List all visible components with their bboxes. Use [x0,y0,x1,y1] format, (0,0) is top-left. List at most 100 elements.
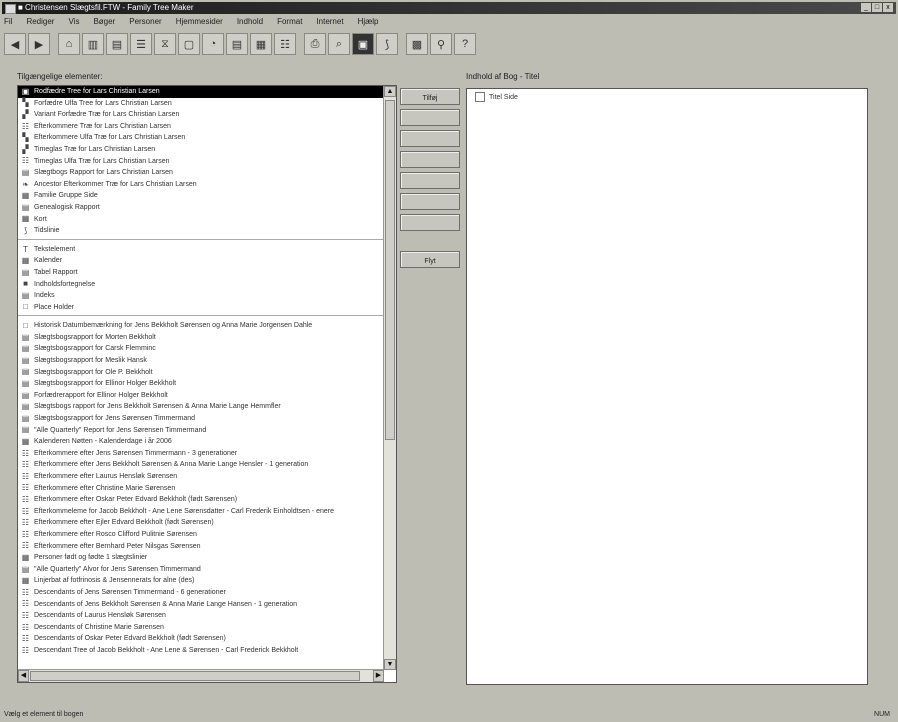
list-item[interactable]: ▤ Slægtsbogsrapport for Jens Sørensen Tim… [18,413,384,425]
map-icon[interactable]: ▩ [406,33,428,55]
list-item[interactable]: ☷ Efterkommere efter Bernhard Peter Nilsg… [18,541,384,553]
zoom-icon[interactable]: ⌕ [328,33,350,55]
move-button[interactable]: Flyt [400,251,460,268]
list-item[interactable]: ☷ Efterkommeleme for Jacob Bekkholt - Ane… [18,506,384,518]
print-icon[interactable]: ⎙ [304,33,326,55]
close-button[interactable]: x [883,3,893,12]
book-item[interactable]: Titel Side [475,92,518,102]
list-item[interactable]: ▦ Kalenderen Nøtten - Kalenderdage i år 2… [18,436,384,448]
list-item[interactable]: ▤ Genealogisk Rapport [18,202,384,214]
genealogy-icon[interactable]: ☷ [274,33,296,55]
list-item[interactable]: ▚ Efterkommere Ulfa Træ for Lars Christia… [18,132,384,144]
menu-item[interactable]: Personer [129,16,161,28]
list-item[interactable]: ☷ Descendants of Jens Sørensen Timmermand… [18,587,384,599]
action-button[interactable] [400,130,460,147]
list-item[interactable]: ☷ Efterkommere efter Ejler Edvard Bekkhol… [18,517,384,529]
list-item[interactable]: ▤ Forfædrerapport for Ellinor Holger Bekk… [18,390,384,402]
scroll-down-icon[interactable]: ▼ [384,659,396,670]
list-item[interactable]: ☷ Descendants of Jens Bekkholt Sørensen &… [18,599,384,611]
action-button[interactable] [400,109,460,126]
hourglass-icon[interactable]: ⧖ [154,33,176,55]
menu-item[interactable]: Indhold [237,16,263,28]
menu-item[interactable]: Format [277,16,302,28]
list-item[interactable]: ▦ Kort [18,214,384,226]
book-contents-list[interactable]: Titel Side [466,88,868,685]
list-item[interactable]: ■ Indholdsfortegnelse [18,279,384,291]
scroll-right-icon[interactable]: ▶ [373,670,384,682]
list-item[interactable]: ▞ Variant Forfædre Træ for Lars Christian… [18,109,384,121]
list-item[interactable]: ▤ Slægtsbogsrapport for Morten Bekkholt [18,332,384,344]
list-item[interactable]: ☷ Efterkommere efter Rosco Clifford Pulit… [18,529,384,541]
report-icon[interactable]: ▤ [226,33,248,55]
action-button[interactable] [400,214,460,231]
list-item[interactable]: ❧ Ancestor Efterkommer Træ for Lars Chris… [18,179,384,191]
outline-icon[interactable]: ☰ [130,33,152,55]
menu-item[interactable]: Bøger [93,16,115,28]
list-item[interactable]: ☷ Descendants of Christine Marie Sørensen [18,622,384,634]
vertical-scrollbar[interactable]: ▲ ▼ [383,86,396,670]
action-button[interactable] [400,172,460,189]
list-item[interactable]: ☷ Efterkommere efter Laurus Hensløk Søren… [18,471,384,483]
list-item[interactable]: ☷ Efterkommere efter Christine Marie Søre… [18,483,384,495]
list-item[interactable]: ☷ Efterkommere efter Jens Sørensen Timmer… [18,448,384,460]
left-arrow-icon[interactable]: ◀ [4,33,26,55]
list-item[interactable]: ▤ Slægtbogs Rapport for Lars Christian La… [18,167,384,179]
family-icon[interactable]: ⌂ [58,33,80,55]
list-item[interactable]: ▤ Tabel Rapport [18,267,384,279]
list-item[interactable]: ☷ Descendants of Oskar Peter Edvard Bekkh… [18,633,384,645]
list-item[interactable]: ☷ Timeglas Ulfa Træ for Lars Christian La… [18,156,384,168]
list-item[interactable]: ▤ Slægtsbogsrapport for Ole P. Bekkholt [18,367,384,379]
action-button[interactable] [400,151,460,168]
available-items-list[interactable]: ▣ Rodfædre Tree for Lars Christian Larsen… [17,85,397,683]
menu-item[interactable]: Hjemmesider [176,16,223,28]
list-item[interactable]: ☷ Efterkommere efter Jens Bekkholt Sørens… [18,459,384,471]
add-button[interactable]: Tilføj [400,88,460,105]
scroll-up-icon[interactable]: ▲ [384,86,396,97]
list-item[interactable]: ▦ Linjerbat af fotfrinosis & Jensennerats… [18,575,384,587]
list-item[interactable]: ☷ Descendant Tree of Jacob Bekkholt - Ane… [18,645,384,657]
menu-item[interactable]: Internet [316,16,343,28]
box-icon[interactable]: ▢ [178,33,200,55]
list-item[interactable]: ▞ Timeglas Træ for Lars Christian Larsen [18,144,384,156]
menu-item[interactable]: Vis [68,16,79,28]
list-item[interactable]: ▚ Forfædre Ulfa Tree for Lars Christian L… [18,98,384,110]
list-item[interactable]: ▤ "Alle Quarterly" Alvor for Jens Sørense… [18,564,384,576]
horizontal-scrollbar[interactable]: ◀ ▶ [18,669,384,682]
book-icon[interactable]: ▣ [352,33,374,55]
scroll-left-icon[interactable]: ◀ [18,670,29,682]
maximize-button[interactable]: □ [872,3,882,12]
list-item[interactable]: ▤ Indeks [18,290,384,302]
scrapbook-icon[interactable]: ▦ [250,33,272,55]
menu-item[interactable]: Hjælp [358,16,379,28]
menu-item[interactable]: Fil [4,16,12,28]
fan-icon[interactable]: ◔ [202,33,224,55]
list-item[interactable]: ☷ Descendants of Laurus Hensløk Sørensen [18,610,384,622]
pedigree-icon[interactable]: ▥ [82,33,104,55]
report-type-icon: T [23,244,28,254]
list-item[interactable]: □ Historisk Datumbemærkning for Jens Bekk… [18,320,384,332]
list-item[interactable]: ▦ Familie Gruppe Side [18,190,384,202]
search-icon[interactable]: ⚲ [430,33,452,55]
list-item[interactable]: ▤ Slægtsbogsrapport for Ellinor Holger Be… [18,378,384,390]
list-item[interactable]: ▦ Kalender [18,255,384,267]
list-item[interactable]: ▤ Slægtsbogsrapport for Meslik Hansk [18,355,384,367]
help-icon[interactable]: ? [454,33,476,55]
timeline-icon[interactable]: ⟆ [376,33,398,55]
list-item[interactable]: ▣ Rodfædre Tree for Lars Christian Larsen [18,86,384,98]
list-item[interactable]: □ Place Holder [18,302,384,314]
minimize-button[interactable]: _ [861,3,871,12]
action-button[interactable] [400,193,460,210]
list-item[interactable]: ▤ "Alle Quarterly" Report for Jens Sørens… [18,425,384,437]
list-item[interactable]: ▤ Slægtsbogs rapport for Jens Bekkholt Sø… [18,401,384,413]
list-item[interactable]: ▤ Slægtsbogsrapport for Carsk Flemminc [18,343,384,355]
list-item[interactable]: ☷ Efterkommere efter Oskar Peter Edvard B… [18,494,384,506]
scroll-thumb[interactable] [385,100,395,440]
list-item[interactable]: ☷ Efterkommere Træ for Lars Christian Lar… [18,121,384,133]
right-arrow-icon[interactable]: ▶ [28,33,50,55]
menu-item[interactable]: Rediger [26,16,54,28]
descendant-icon[interactable]: ▤ [106,33,128,55]
list-item[interactable]: ⟆ Tidslinie [18,225,384,237]
list-item[interactable]: ▦ Personer født og fødte 1 slægtslinier [18,552,384,564]
list-item[interactable]: T Tekstelement [18,244,384,256]
hscroll-thumb[interactable] [30,671,360,681]
